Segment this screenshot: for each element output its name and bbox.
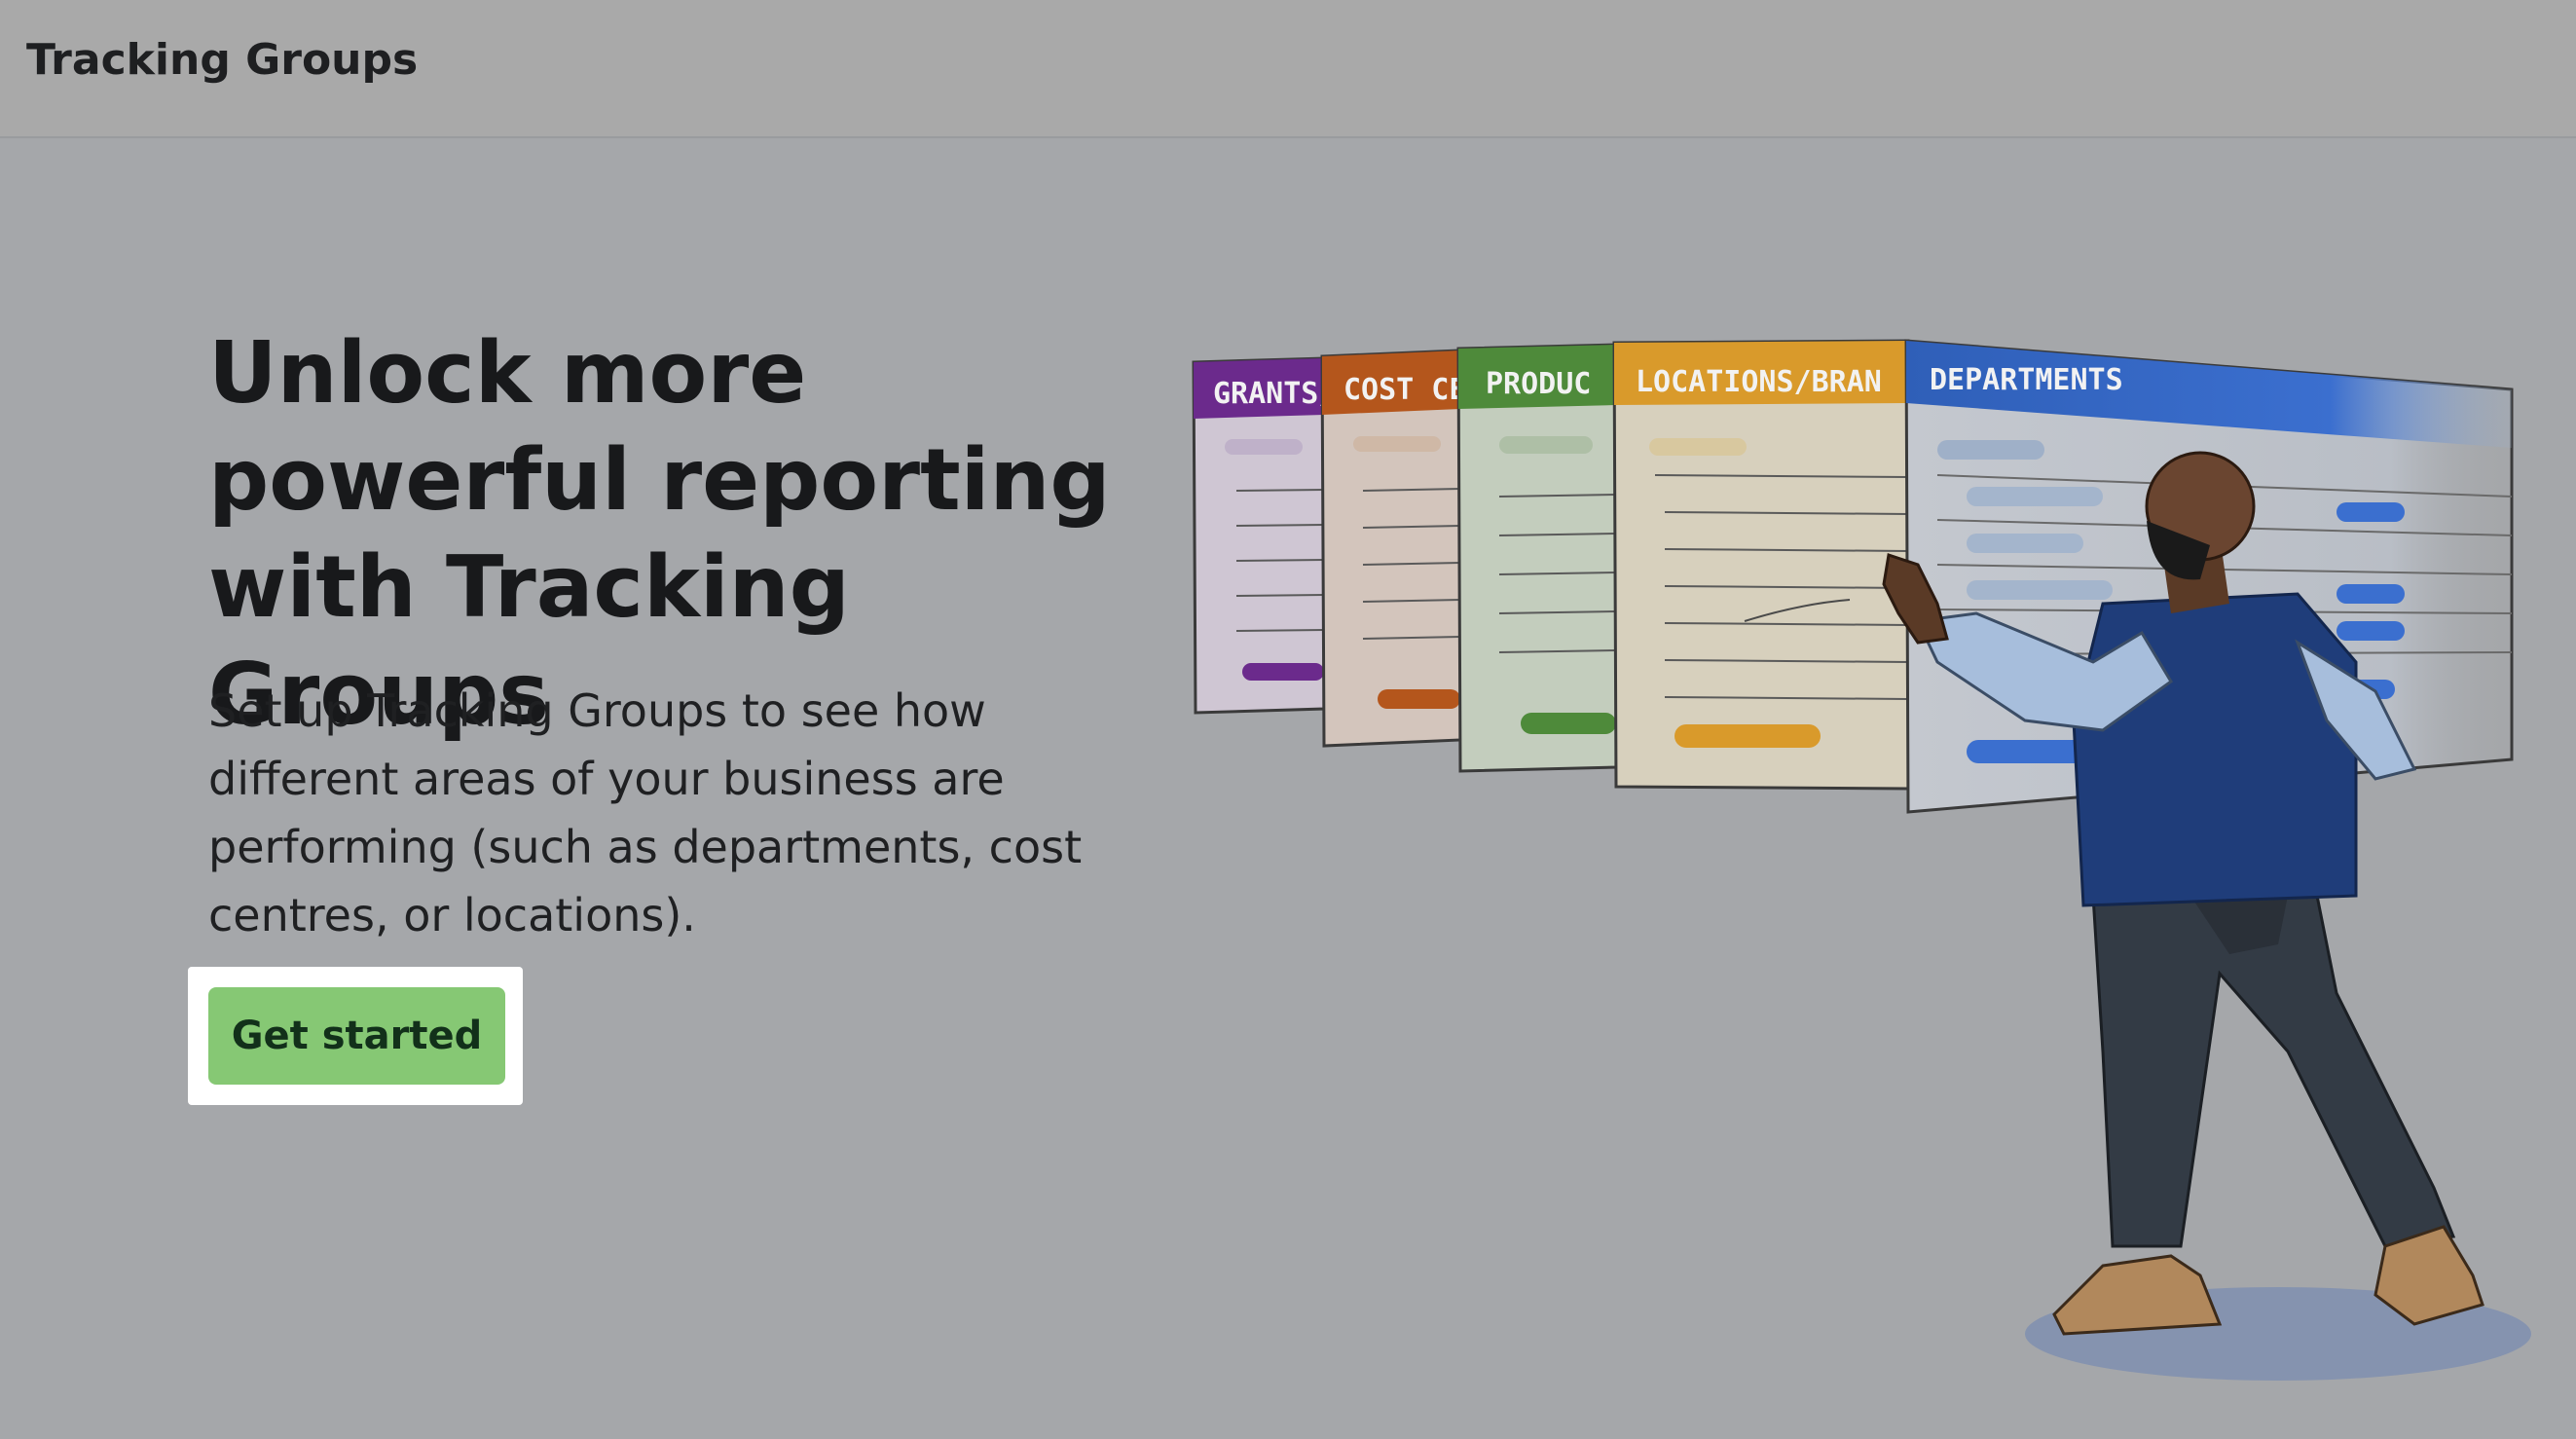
get-started-button[interactable]: Get started (208, 987, 505, 1085)
departments-card-label: DEPARTMENTS (1930, 363, 2123, 397)
hero-description: Set up Tracking Groups to see how differ… (208, 684, 1083, 941)
top-bar: Tracking Groups (0, 0, 2576, 138)
page-title: Tracking Groups (26, 35, 419, 85)
cost-centres-card: COST CE (1320, 349, 1466, 748)
locations-card-label: LOCATIONS/BRAN (1636, 365, 1882, 399)
grants-card-label: GRANTS/ (1213, 377, 1336, 411)
tracking-groups-illustration: GRANTS/ COST CE PRODUC LOCATIONS/BRAN DE… (1192, 339, 2531, 1381)
products-card-label: PRODUC (1486, 367, 1591, 401)
grants-card: GRANTS/ (1192, 356, 1336, 715)
cost-centres-card-label: COST CE (1343, 373, 1466, 407)
locations-card: LOCATIONS/BRAN (1612, 339, 1910, 791)
products-card: PRODUC (1456, 343, 1618, 773)
